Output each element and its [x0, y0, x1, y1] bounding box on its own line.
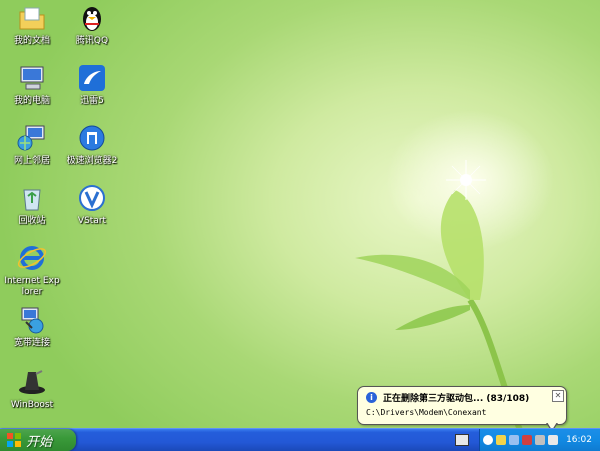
internet-explorer-icon: [17, 246, 47, 270]
icon-label: 回收站: [18, 216, 46, 226]
winboost-hat-icon: [19, 370, 45, 394]
balloon-title: 正在删除第三方驱动包... (83/108): [383, 394, 530, 404]
desktop-icon-winboost[interactable]: WinBoost: [4, 366, 60, 411]
shield-icon[interactable]: [496, 435, 506, 445]
clock[interactable]: 16:02: [566, 435, 592, 445]
my-documents-icon: [19, 7, 45, 30]
antivirus-icon[interactable]: [522, 435, 532, 445]
icon-label: 我的电脑: [13, 96, 50, 106]
balloon-body: C:\Drivers\Modem\Conexant: [366, 408, 487, 417]
icon-label: VStart: [77, 216, 107, 226]
desktop-icon-xunlei[interactable]: 迅雷5: [64, 62, 120, 107]
icon-label: 腾讯QQ: [75, 36, 109, 46]
driver-install-icon[interactable]: [548, 435, 558, 445]
desktop-icon-browser[interactable]: 极速浏览器2: [64, 122, 120, 167]
info-icon: i: [366, 392, 377, 403]
icon-label: 网上邻居: [13, 156, 50, 166]
desktop-icon-broadband-connection[interactable]: 宽带连接: [4, 304, 60, 349]
balloon-close-button[interactable]: ✕: [552, 390, 564, 402]
network-icon[interactable]: [509, 435, 519, 445]
desktop-icon-qq[interactable]: 腾讯QQ: [64, 2, 120, 47]
my-computer-icon: [20, 66, 44, 90]
windows-flag-icon: [7, 433, 21, 447]
start-button[interactable]: 开始: [0, 429, 76, 451]
qq-penguin-icon: [83, 7, 101, 31]
desktop-icon-vstart[interactable]: VStart: [64, 182, 120, 227]
desktop-icon-network-places[interactable]: 网上邻居: [4, 122, 60, 167]
recycle-bin-icon: [23, 189, 41, 211]
keyboard-language-icon[interactable]: [455, 434, 469, 446]
help-icon[interactable]: [483, 435, 493, 445]
icon-label: 我的文档: [13, 36, 50, 46]
icon-label: 极速浏览器2: [66, 156, 118, 166]
icon-label: WinBoost: [10, 400, 54, 410]
system-tray: 16:02: [479, 429, 600, 451]
icon-label: 迅雷5: [80, 96, 104, 106]
taskbar: 开始 16:02: [0, 428, 600, 451]
icon-label: Internet Explorer: [4, 276, 60, 297]
vstart-icon: [79, 185, 105, 211]
desktop-icon-recycle-bin[interactable]: 回收站: [4, 182, 60, 227]
desktop-icon-my-computer[interactable]: 我的电脑: [4, 62, 60, 107]
volume-icon[interactable]: [535, 435, 545, 445]
icon-label: 宽带连接: [13, 338, 50, 348]
notification-balloon[interactable]: i 正在删除第三方驱动包... (83/108) C:\Drivers\Mode…: [357, 386, 567, 432]
browser-icon: [79, 125, 105, 151]
broadband-connection-icon: [21, 307, 44, 334]
network-places-icon: [17, 125, 45, 151]
desktop-icon-internet-explorer[interactable]: Internet Explorer: [4, 242, 60, 298]
sparkle-icon: [446, 160, 486, 200]
xunlei-icon: [79, 65, 105, 91]
desktop-icon-my-documents[interactable]: 我的文档: [4, 2, 60, 47]
start-label: 开始: [26, 434, 53, 450]
